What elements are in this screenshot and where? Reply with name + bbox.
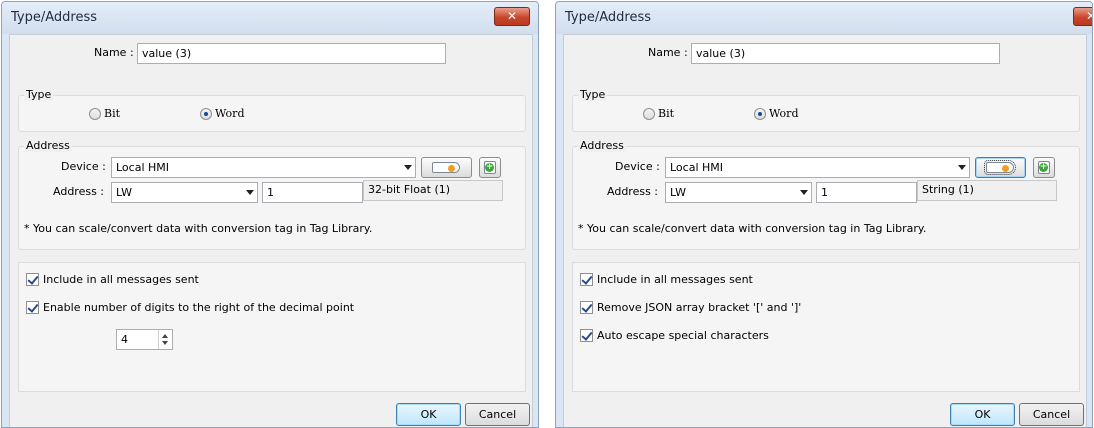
address-group-title: Address — [578, 139, 626, 152]
cancel-button[interactable]: Cancel — [465, 403, 530, 426]
device-select-value: Local HMI — [116, 161, 170, 174]
add-tag-icon: + — [1038, 161, 1050, 174]
device-label: Device : — [61, 160, 106, 173]
decimal-digits-value: 4 — [121, 333, 128, 346]
ok-button[interactable]: OK — [396, 403, 461, 426]
include-all-messages-label: Include in all messages sent — [43, 273, 199, 286]
remove-json-bracket-label: Remove JSON array bracket '[' and ']' — [597, 301, 802, 314]
stepper-buttons[interactable] — [158, 330, 172, 349]
tag-library-button[interactable] — [421, 157, 472, 178]
type-group-title: Type — [578, 88, 608, 101]
device-select[interactable]: Local HMI — [111, 157, 416, 178]
tag-icon — [432, 162, 460, 173]
close-button[interactable]: ✕ — [1073, 7, 1092, 26]
type-group: Type Bit Word — [572, 88, 1080, 132]
stepper-down-icon — [162, 341, 168, 345]
dialog-body: Name : value (3) Type Bit Word Address D… — [563, 34, 1087, 427]
bit-radio[interactable] — [643, 108, 655, 120]
close-button[interactable]: ✕ — [494, 7, 530, 26]
address-group: Address Device : Local HMI + Address : L… — [18, 139, 526, 250]
name-label: Name : — [94, 46, 134, 59]
chevron-down-icon — [246, 190, 254, 195]
stepper-up-icon — [162, 334, 168, 338]
include-all-messages-checkbox[interactable] — [26, 273, 39, 286]
word-radio[interactable] — [754, 108, 766, 120]
name-input[interactable]: value (3) — [691, 43, 1000, 64]
name-input[interactable]: value (3) — [137, 43, 446, 64]
dialog-body: Name : value (3) Type Bit Word Address D… — [9, 34, 533, 427]
type-group: Type Bit Word — [18, 88, 526, 132]
ok-button[interactable]: OK — [950, 403, 1015, 426]
word-radio[interactable] — [200, 108, 212, 120]
auto-escape-label: Auto escape special characters — [597, 329, 769, 342]
device-select[interactable]: Local HMI — [665, 157, 970, 178]
word-radio-label: Word — [769, 107, 799, 120]
title-bar[interactable]: Type/Address ✕ — [556, 2, 1092, 34]
device-label: Device : — [615, 160, 660, 173]
add-tag-icon: + — [484, 161, 496, 174]
chevron-down-icon — [958, 165, 966, 170]
decimal-digits-stepper[interactable]: 4 — [116, 329, 173, 350]
address-input[interactable]: 1 — [262, 182, 363, 203]
include-all-messages-checkbox[interactable] — [580, 273, 593, 286]
add-tag-button[interactable]: + — [1033, 157, 1055, 178]
close-icon: ✕ — [506, 9, 518, 23]
address-type-value: LW — [670, 186, 686, 199]
options-panel: Include in all messages sent Remove JSON… — [572, 262, 1080, 392]
conversion-note: * You can scale/convert data with conver… — [578, 222, 927, 235]
word-radio-label: Word — [215, 107, 245, 120]
chevron-down-icon — [404, 165, 412, 170]
type-address-dialog-float: Type/Address ✕ Name : value (3) Type Bit… — [1, 1, 539, 428]
data-format-display: String (1) — [917, 180, 1057, 201]
address-type-select[interactable]: LW — [111, 182, 258, 203]
add-tag-button[interactable]: + — [479, 157, 501, 178]
tag-library-button[interactable] — [975, 157, 1026, 178]
type-group-title: Type — [24, 88, 54, 101]
decimal-digits-label: Enable number of digits to the right of … — [43, 301, 355, 314]
type-address-dialog-string: Type/Address ✕ Name : value (3) Type Bit… — [555, 1, 1093, 428]
cancel-button[interactable]: Cancel — [1019, 403, 1084, 426]
title-bar[interactable]: Type/Address ✕ — [2, 2, 538, 34]
dialog-title: Type/Address — [565, 10, 652, 25]
data-format-display: 32-bit Float (1) — [363, 180, 503, 201]
conversion-note: * You can scale/convert data with conver… — [24, 222, 373, 235]
options-panel: Include in all messages sent Enable numb… — [18, 262, 526, 392]
address-input[interactable]: 1 — [816, 182, 917, 203]
address-group: Address Device : Local HMI + Address : L… — [572, 139, 1080, 250]
bit-radio[interactable] — [89, 108, 101, 120]
include-all-messages-label: Include in all messages sent — [597, 273, 753, 286]
address-type-value: LW — [116, 186, 132, 199]
address-group-title: Address — [24, 139, 72, 152]
tag-icon — [984, 160, 1016, 175]
close-icon: ✕ — [1086, 9, 1092, 23]
chevron-down-icon — [800, 190, 808, 195]
auto-escape-checkbox[interactable] — [580, 329, 593, 342]
address-type-select[interactable]: LW — [665, 182, 812, 203]
decimal-digits-checkbox[interactable] — [26, 301, 39, 314]
bit-radio-label: Bit — [104, 107, 121, 120]
device-select-value: Local HMI — [670, 161, 724, 174]
name-label: Name : — [648, 46, 688, 59]
dialog-title: Type/Address — [11, 10, 98, 25]
bit-radio-label: Bit — [658, 107, 675, 120]
address-label: Address : — [53, 185, 105, 198]
remove-json-bracket-checkbox[interactable] — [580, 301, 593, 314]
address-label: Address : — [607, 185, 659, 198]
